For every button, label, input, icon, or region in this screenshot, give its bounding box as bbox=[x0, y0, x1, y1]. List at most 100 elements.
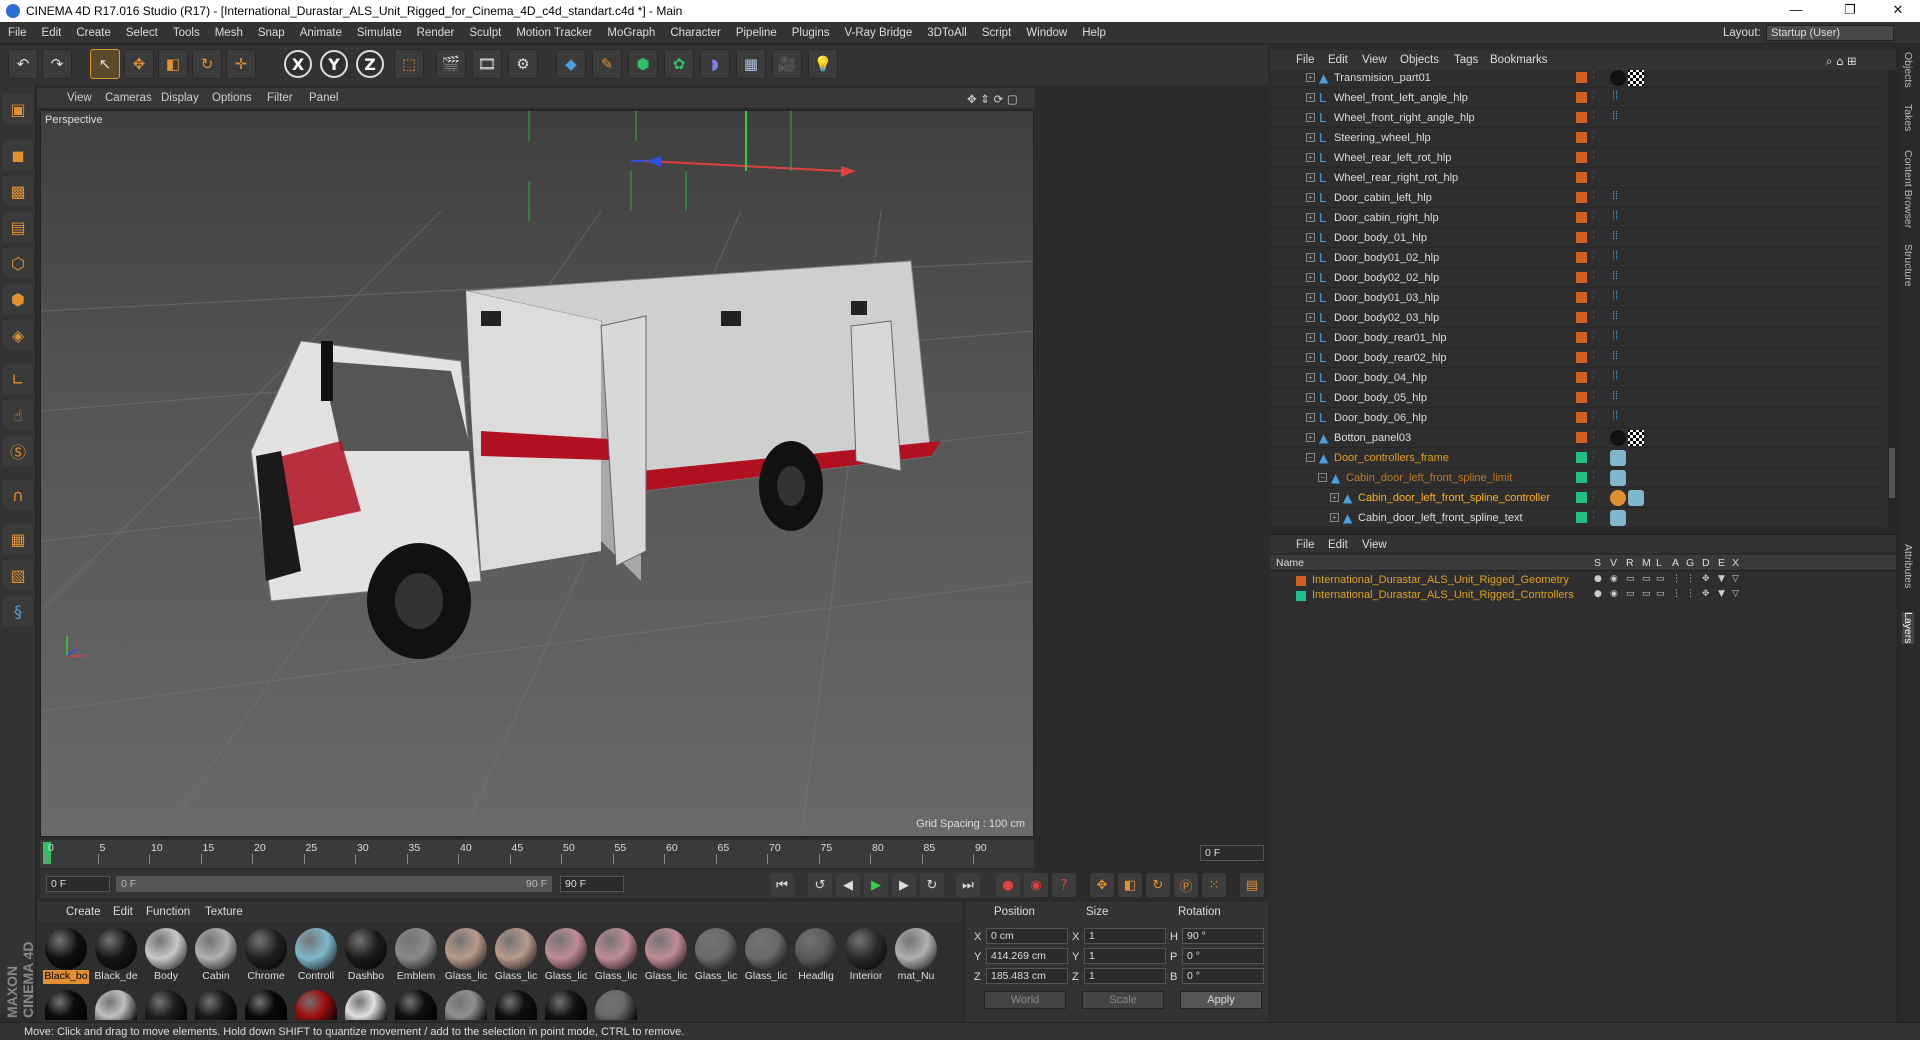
material-swatch[interactable] bbox=[45, 990, 87, 1020]
visibility-dots-icon[interactable]: ⁚ bbox=[1592, 250, 1595, 261]
layer-color-box[interactable] bbox=[1576, 192, 1587, 203]
object-name[interactable]: Door_cabin_right_hlp bbox=[1334, 212, 1439, 224]
layer-toggle-icon[interactable]: ▼ bbox=[1718, 589, 1725, 599]
restore-button[interactable]: ❐ bbox=[1830, 2, 1870, 20]
make-editable-icon[interactable]: ▣ bbox=[3, 94, 33, 124]
protection-tag-icon[interactable]: ⁞⁞ bbox=[1612, 410, 1618, 422]
material-swatch[interactable] bbox=[245, 990, 287, 1020]
sculpt-grid-icon[interactable]: ▧ bbox=[3, 560, 33, 590]
expand-toggle-icon[interactable]: + bbox=[1306, 433, 1315, 442]
object-row[interactable]: + L Wheel_rear_right_rot_hlp ⁚ bbox=[1270, 168, 1884, 188]
close-button[interactable]: ✕ bbox=[1878, 2, 1918, 20]
controller-material-tag-icon[interactable] bbox=[1610, 510, 1626, 526]
layer-color-box[interactable] bbox=[1576, 252, 1587, 263]
expand-toggle-icon[interactable]: + bbox=[1306, 113, 1315, 122]
layer-column-name[interactable]: Name bbox=[1276, 557, 1304, 569]
key-scale-icon[interactable]: ◧ bbox=[1118, 873, 1142, 897]
magnet-icon[interactable]: ∩ bbox=[3, 480, 33, 510]
uvw-tag-icon[interactable] bbox=[1628, 70, 1644, 86]
object-name[interactable]: Door_body02_03_hlp bbox=[1334, 312, 1439, 324]
material-swatch[interactable]: Glass_lic bbox=[543, 926, 589, 984]
play-icon[interactable]: ▶ bbox=[864, 873, 888, 897]
viewport-menu-cameras[interactable]: Cameras bbox=[105, 92, 152, 104]
object-row[interactable]: + ▲ Transmision_part01 ⁚ bbox=[1270, 70, 1884, 88]
protection-tag-icon[interactable]: ⁞⁞ bbox=[1612, 330, 1618, 342]
object-row[interactable]: + L Wheel_rear_left_rot_hlp ⁚ bbox=[1270, 148, 1884, 168]
z-axis-lock-icon[interactable]: Z bbox=[356, 50, 384, 78]
object-name[interactable]: Door_body_06_hlp bbox=[1334, 412, 1427, 424]
3d-viewport[interactable]: Perspective Grid Spacing : 100 cm bbox=[40, 110, 1034, 837]
object-list-scroll-thumb[interactable] bbox=[1889, 448, 1895, 498]
model-mode-icon[interactable]: ◼ bbox=[3, 140, 33, 170]
axis-mode-icon[interactable]: ∟ bbox=[3, 364, 33, 394]
light-icon[interactable]: 💡 bbox=[808, 49, 838, 79]
visibility-dots-icon[interactable]: ⁚ bbox=[1592, 170, 1595, 181]
right-tab-takes[interactable]: Takes bbox=[1902, 104, 1914, 131]
expand-toggle-icon[interactable]: + bbox=[1306, 73, 1315, 82]
layer-column-m[interactable]: M bbox=[1642, 557, 1651, 569]
object-name[interactable]: Door_cabin_left_hlp bbox=[1334, 192, 1432, 204]
material-menu-edit[interactable]: Edit bbox=[113, 906, 133, 918]
menu-animate[interactable]: Animate bbox=[292, 22, 349, 39]
visibility-dots-icon[interactable]: ⁚ bbox=[1592, 370, 1595, 381]
material-swatch[interactable]: Interior bbox=[843, 926, 889, 984]
object-name[interactable]: Transmision_part01 bbox=[1334, 72, 1431, 84]
material-swatch[interactable] bbox=[495, 990, 537, 1020]
protection-tag-icon[interactable]: ⁞⁞ bbox=[1612, 290, 1618, 302]
layer-toggle-icon[interactable]: ⋮ bbox=[1686, 574, 1695, 584]
material-swatch[interactable]: Chrome bbox=[243, 926, 289, 984]
expand-toggle-icon[interactable]: + bbox=[1306, 133, 1315, 142]
object-name[interactable]: Door_body01_02_hlp bbox=[1334, 252, 1439, 264]
layer-color-box[interactable] bbox=[1576, 512, 1587, 523]
object-name[interactable]: Cabin_door_left_front_spline_text bbox=[1358, 512, 1523, 524]
object-name[interactable]: Door_controllers_frame bbox=[1334, 452, 1449, 464]
object-name[interactable]: Door_body_05_hlp bbox=[1334, 392, 1427, 404]
material-tag-icon[interactable] bbox=[1610, 430, 1626, 446]
menu-help[interactable]: Help bbox=[1074, 22, 1113, 39]
menu-script[interactable]: Script bbox=[974, 22, 1018, 39]
material-swatch[interactable]: Dashbo bbox=[343, 926, 389, 984]
controller-material-tag-icon[interactable] bbox=[1610, 450, 1626, 466]
expand-toggle-icon[interactable]: + bbox=[1306, 233, 1315, 242]
layer-toggle-icon[interactable]: ⋮ bbox=[1672, 574, 1681, 584]
viewport-menu-panel[interactable]: Panel bbox=[309, 92, 338, 104]
layer-toggle-icon[interactable]: ▭ bbox=[1626, 574, 1635, 584]
material-swatch[interactable]: mat_Nu bbox=[893, 926, 939, 984]
om-menu-objects[interactable]: Objects bbox=[1400, 54, 1439, 66]
visibility-dots-icon[interactable]: ⁚ bbox=[1592, 230, 1595, 241]
floor-icon[interactable]: ▦ bbox=[736, 49, 766, 79]
layer-color-box[interactable] bbox=[1576, 112, 1587, 123]
viewport-menu-filter[interactable]: Filter bbox=[267, 92, 293, 104]
object-name[interactable]: Wheel_front_left_angle_hlp bbox=[1334, 92, 1468, 104]
material-swatch[interactable]: Black_bo bbox=[43, 926, 89, 984]
layer-color-box[interactable] bbox=[1576, 372, 1587, 383]
layer-toggle-icon[interactable]: ▭ bbox=[1626, 589, 1635, 599]
object-row[interactable]: + L Door_body_05_hlp ⁚ ⁞⁞ bbox=[1270, 388, 1884, 408]
y-axis-lock-icon[interactable]: Y bbox=[320, 50, 348, 78]
layer-toggle-icon[interactable]: ▭ bbox=[1642, 589, 1651, 599]
object-name[interactable]: Door_body_01_hlp bbox=[1334, 232, 1427, 244]
layer-column-r[interactable]: R bbox=[1626, 557, 1634, 569]
cloner-icon[interactable]: ✿ bbox=[664, 49, 694, 79]
protection-tag-icon[interactable]: ⁞⁞ bbox=[1612, 210, 1618, 222]
material-swatch[interactable] bbox=[145, 990, 187, 1020]
rotation-p-field[interactable]: 0 ° bbox=[1182, 948, 1264, 964]
expand-toggle-icon[interactable]: + bbox=[1330, 513, 1339, 522]
material-swatch[interactable]: Body bbox=[143, 926, 189, 984]
menu-select[interactable]: Select bbox=[118, 22, 165, 39]
layer-toggle-icon[interactable]: ▭ bbox=[1656, 589, 1665, 599]
object-row[interactable]: + L Door_body_rear02_hlp ⁚ ⁞⁞ bbox=[1270, 348, 1884, 368]
expand-toggle-icon[interactable]: + bbox=[1306, 93, 1315, 102]
position-z-field[interactable]: 185.483 cm bbox=[986, 968, 1068, 984]
coordinate-system-icon[interactable]: ⬚ bbox=[394, 49, 424, 79]
constraint-tag-icon[interactable] bbox=[1610, 490, 1626, 506]
menu-pipeline[interactable]: Pipeline bbox=[728, 22, 784, 39]
layer-column-g[interactable]: G bbox=[1686, 557, 1694, 569]
rotation-h-field[interactable]: 90 ° bbox=[1182, 928, 1264, 944]
material-swatch[interactable] bbox=[395, 990, 437, 1020]
layer-toggle-icon[interactable]: ● bbox=[1594, 574, 1602, 584]
visibility-dots-icon[interactable]: ⁚ bbox=[1592, 390, 1595, 401]
layer-color-box[interactable] bbox=[1576, 492, 1587, 503]
visibility-dots-icon[interactable]: ⁚ bbox=[1592, 310, 1595, 321]
layer-toggle-icon[interactable]: ◉ bbox=[1610, 589, 1618, 599]
